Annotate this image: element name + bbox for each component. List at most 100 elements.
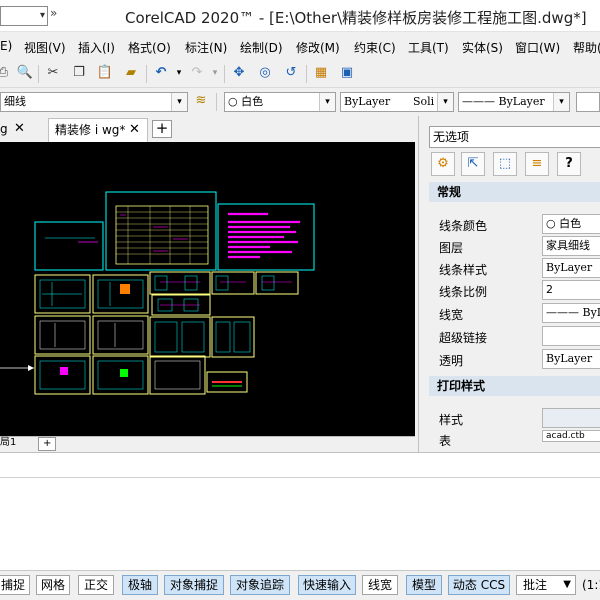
linetype-combo-value: ByLayer: [344, 95, 391, 108]
layer-combo-value: 细线: [4, 95, 26, 108]
plan-sheet: [92, 315, 149, 355]
chevron-down-icon[interactable]: ▾: [319, 93, 335, 111]
chevron-down-icon[interactable]: ▾: [40, 10, 45, 21]
annotation-scale[interactable]: (1:1: [582, 578, 600, 592]
select-objects-icon[interactable]: ⇱: [461, 152, 485, 176]
menu-format[interactable]: 格式(O): [128, 39, 171, 56]
toolbar-overflow-button[interactable]: »: [50, 6, 57, 20]
prop-label: 线条比例: [439, 285, 488, 299]
menu-view[interactable]: 视图(V): [24, 39, 66, 56]
layer-manager-icon[interactable]: ≋: [192, 92, 210, 110]
menu-draw[interactable]: 绘制(D): [240, 39, 283, 56]
properties-panel: 无选项 ⚙ ⇱ ⬚ ≡ ? 常规 线条颜色 ○ 白色 图层 家具细线 线条样式 …: [418, 116, 600, 452]
quick-select-icon[interactable]: ⚙: [431, 152, 455, 176]
pan-icon[interactable]: ✥: [230, 64, 248, 82]
drawing-frame: [105, 191, 217, 271]
layer-combo[interactable]: 细线 ▾: [0, 92, 188, 112]
section-print-style[interactable]: 打印样式: [429, 376, 600, 396]
menu-solids[interactable]: 实体(S): [462, 39, 503, 56]
prop-linetype-value[interactable]: ByLayer: [542, 258, 600, 278]
status-quickinput-button[interactable]: 快速输入: [298, 575, 356, 595]
status-otrack-button[interactable]: 对象追踪: [230, 575, 290, 595]
prop-linescale-value[interactable]: 2: [542, 280, 600, 300]
tab-label: g: [0, 122, 8, 136]
tab-drawing-1[interactable]: g ✕: [0, 118, 46, 142]
prop-style-value[interactable]: [542, 408, 600, 428]
properties-toolbar: 细线 ▾ ≋ ○ 白色 ▾ ByLayer Soli ▾ ——— ByLayer…: [0, 88, 600, 116]
status-model-button[interactable]: 模型: [406, 575, 442, 595]
undo-dropdown-icon[interactable]: ▾: [170, 64, 188, 82]
chevron-down-icon[interactable]: ▾: [171, 93, 187, 111]
lineweight-combo-value: ——— ByLayer: [462, 95, 545, 108]
status-lineweight-button[interactable]: 线宽: [362, 575, 398, 595]
drawing-frame: [34, 221, 104, 271]
prop-color-value[interactable]: ○ 白色: [542, 214, 600, 234]
lineweight-combo[interactable]: ——— ByLayer ▾: [458, 92, 570, 112]
detail-sheet: [211, 316, 255, 358]
command-window[interactable]: [0, 452, 600, 570]
toolbar-separator: [38, 65, 39, 83]
selection-combo[interactable]: 无选项: [429, 126, 600, 148]
color-combo-value: ○ 白色: [228, 95, 264, 108]
filter-icon[interactable]: ≡: [525, 152, 549, 176]
add-layout-button[interactable]: +: [38, 437, 57, 451]
close-icon[interactable]: ✕: [14, 118, 25, 140]
prop-layer-value[interactable]: 家具细线: [542, 236, 600, 256]
paste-icon[interactable]: 📋: [96, 64, 114, 82]
chevron-down-icon[interactable]: ▾: [437, 93, 453, 111]
layout-tab[interactable]: 局1: [0, 437, 16, 449]
color-combo[interactable]: ○ 白色 ▾: [224, 92, 336, 112]
print-icon[interactable]: ⎙: [0, 64, 12, 82]
prop-hyperlink-value[interactable]: [542, 326, 600, 346]
chevron-down-icon[interactable]: ▼: [563, 576, 571, 594]
status-dynamic-ccs-button[interactable]: 动态 CCS: [448, 575, 510, 595]
menu-insert[interactable]: 插入(I): [78, 39, 115, 56]
quick-access-combo[interactable]: ▾: [0, 6, 48, 26]
undo-icon[interactable]: ↶: [152, 64, 170, 82]
plan-sheet: [34, 315, 91, 355]
linetype-combo[interactable]: ByLayer Soli ▾: [340, 92, 454, 112]
redo-icon[interactable]: ↷: [188, 64, 206, 82]
section-general[interactable]: 常规: [429, 182, 600, 202]
drawing-canvas[interactable]: [0, 142, 415, 436]
status-polar-button[interactable]: 极轴: [122, 575, 158, 595]
menu-modify[interactable]: 修改(M): [296, 39, 340, 56]
match-properties-icon[interactable]: ▰: [122, 64, 140, 82]
zoom-previous-icon[interactable]: ↺: [282, 64, 300, 82]
chevron-down-icon[interactable]: ▾: [553, 93, 569, 111]
menu-constraints[interactable]: 约束(C): [354, 39, 396, 56]
status-osnap-button[interactable]: 对象捕捉: [164, 575, 224, 595]
menu-help[interactable]: 帮助(: [573, 39, 600, 56]
prop-lineweight-value[interactable]: ——— ByLa: [542, 303, 600, 323]
prop-label: 表: [439, 434, 452, 448]
tab-drawing-active[interactable]: 精装修 i wg* ✕: [48, 118, 148, 142]
prop-table-value[interactable]: acad.ctb: [542, 430, 600, 442]
plot-style-combo[interactable]: [576, 92, 600, 112]
menu-tools[interactable]: 工具(T): [408, 39, 449, 56]
design-resources-icon[interactable]: ▣: [338, 64, 356, 82]
menu-bar: E) 视图(V) 插入(I) 格式(O) 标注(N) 绘制(D) 修改(M) 约…: [0, 32, 600, 60]
cut-icon[interactable]: ✂: [44, 64, 62, 82]
drawing-svg: [0, 191, 315, 395]
status-grid-button[interactable]: 网格: [36, 575, 70, 595]
close-icon[interactable]: ✕: [129, 119, 140, 141]
copy-icon[interactable]: ❐: [70, 64, 88, 82]
status-annotation-button[interactable]: 批注 ▼: [516, 575, 576, 595]
help-icon[interactable]: ?: [557, 152, 581, 176]
print-preview-icon[interactable]: 🔍: [16, 64, 34, 82]
status-ortho-button[interactable]: 正交: [78, 575, 114, 595]
toggle-pickadd-icon[interactable]: ⬚: [493, 152, 517, 176]
redo-dropdown-icon[interactable]: ▾: [206, 64, 224, 82]
menu-edit[interactable]: E): [0, 39, 12, 53]
status-snap-button[interactable]: 捕捉: [0, 575, 30, 595]
command-divider: [0, 477, 600, 478]
menu-dimension[interactable]: 标注(N): [185, 39, 227, 56]
new-tab-button[interactable]: +: [152, 120, 172, 138]
menu-window[interactable]: 窗口(W): [515, 39, 560, 56]
window-title: CorelCAD 2020™ - [E:\Other\精装修样板房装修工程施工图…: [125, 9, 587, 27]
properties-palette-icon[interactable]: ▦: [312, 64, 330, 82]
prop-label: 线条颜色: [439, 219, 488, 233]
detail-sheet: [211, 271, 255, 295]
zoom-window-icon[interactable]: ◎: [256, 64, 274, 82]
prop-transparency-value[interactable]: ByLayer: [542, 349, 600, 369]
